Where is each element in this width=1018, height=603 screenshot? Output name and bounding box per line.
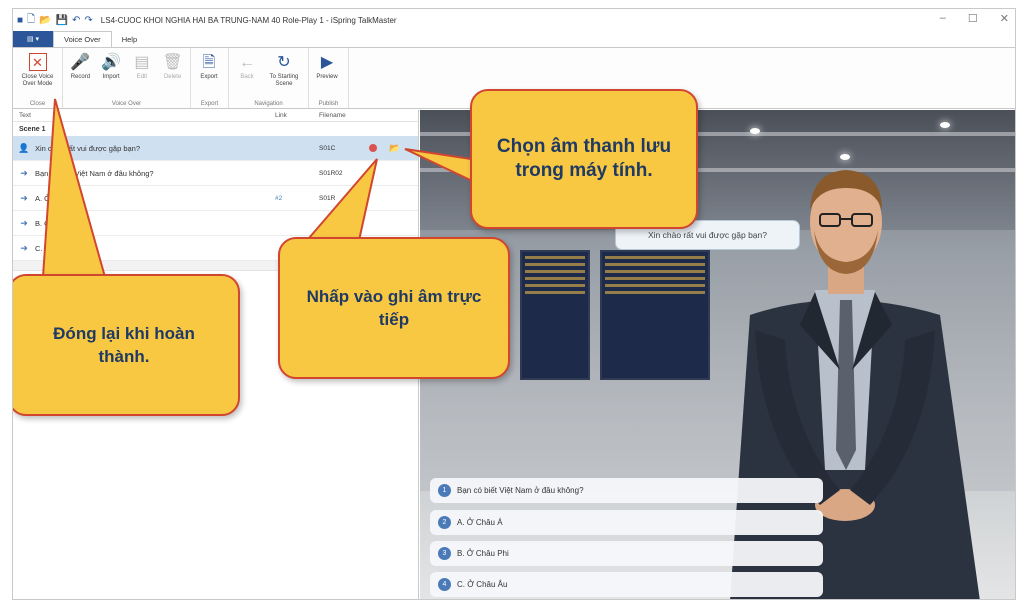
app-window: ■ 🗋 📂 💾 ↶ ↷ LS4-CUOC KHOI NGHIA HAI BA T… <box>12 8 1016 600</box>
callout-record-directly: Nhấp vào ghi âm trực tiếp <box>278 237 510 379</box>
callout-close-when-done: Đóng lại khi hoàn thành. <box>13 274 240 416</box>
callout-import-audio: Chọn âm thanh lưu trong máy tính. <box>470 89 698 229</box>
